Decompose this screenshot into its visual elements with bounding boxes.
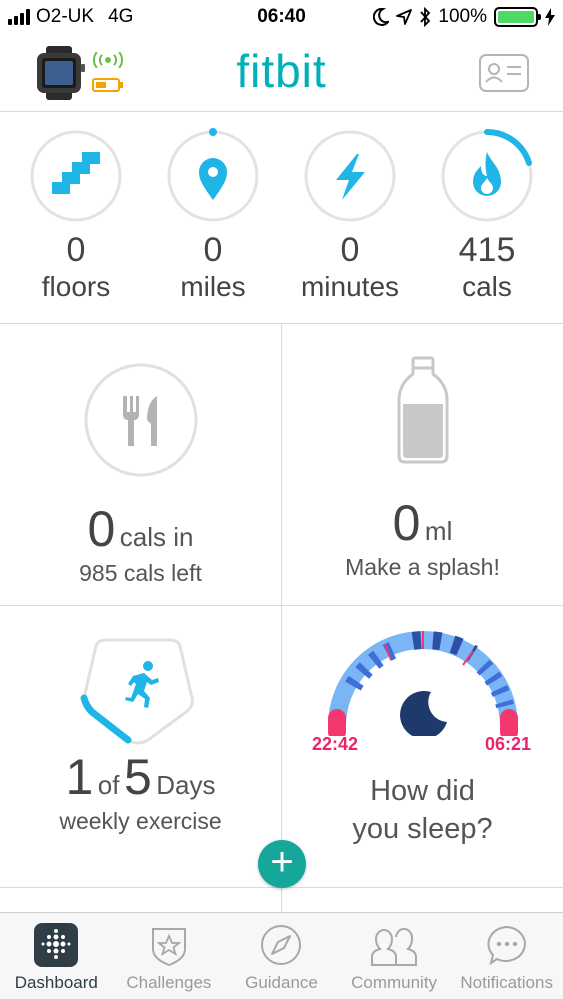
floors-unit: floors — [41, 271, 111, 302]
food-value: 0 — [87, 501, 116, 557]
tab-guidance[interactable]: Guidance — [225, 913, 338, 999]
food-sub: 985 cals left — [79, 560, 202, 586]
tab-guidance-label: Guidance — [245, 973, 318, 992]
tab-community-label: Community — [351, 973, 438, 992]
location-pin-icon — [199, 158, 227, 200]
sleep-stages-arc — [327, 631, 518, 736]
minutes-stat[interactable]: 0 minutes — [290, 128, 410, 304]
exercise-tile[interactable]: 1 of 5 Days weekly exercise — [0, 606, 282, 888]
stats-row: 0 floors 0 miles 0 minutes 415 cals — [0, 112, 563, 324]
compass-icon — [261, 925, 302, 965]
exercise-badge-icon — [80, 638, 194, 745]
sleep-end-time: 06:21 — [484, 734, 531, 754]
tab-notifications[interactable]: Notifications — [450, 913, 563, 999]
dashboard-icon — [34, 923, 79, 967]
chat-bubble-icon — [487, 925, 526, 966]
exercise-of: of — [97, 770, 120, 800]
minutes-unit: minutes — [300, 271, 400, 302]
bluetooth-icon — [420, 7, 431, 27]
water-bottle-icon — [397, 356, 448, 464]
sleep-question-line2: you sleep? — [352, 813, 493, 845]
app-header: fitbit — [0, 36, 563, 112]
water-value: 0 — [392, 495, 421, 551]
status-right: 100% — [373, 6, 555, 28]
miles-ring — [167, 128, 259, 222]
minutes-value: 0 — [340, 231, 360, 269]
challenges-star-icon — [151, 928, 186, 967]
cals-ring — [441, 129, 533, 222]
water-tile[interactable]: 0 ml Make a splash! — [282, 324, 563, 606]
charging-bolt-icon — [545, 8, 555, 26]
food-tile[interactable]: 0 cals in 985 cals left — [0, 324, 282, 606]
water-unit: ml — [424, 516, 453, 546]
miles-stat[interactable]: 0 miles — [153, 128, 273, 304]
add-button[interactable]: + — [258, 840, 306, 888]
minutes-ring — [304, 130, 396, 222]
tab-challenges[interactable]: Challenges — [113, 913, 226, 999]
tab-notifications-label: Notifications — [460, 973, 553, 992]
do-not-disturb-moon-icon — [373, 8, 390, 26]
exercise-sub: weekly exercise — [59, 808, 222, 834]
location-arrow-icon — [396, 9, 413, 25]
moon-icon — [399, 690, 447, 736]
battery-percent: 100% — [438, 6, 487, 27]
floors-ring — [30, 130, 122, 222]
cals-unit: cals — [462, 271, 512, 302]
status-bar: O2-UK 4G 06:40 100% — [0, 0, 563, 36]
id-card-icon — [485, 63, 521, 83]
sleep-tile[interactable]: 22:42 06:21 How did you sleep? — [282, 606, 563, 888]
exercise-unit: Days — [156, 770, 216, 800]
food-unit: cals in — [119, 522, 194, 552]
tab-dashboard-label: Dashboard — [14, 973, 98, 992]
profile-card-button[interactable] — [479, 54, 529, 92]
cals-stat[interactable]: 415 cals — [427, 128, 547, 304]
miles-progress-dot — [209, 128, 217, 136]
exercise-target: 5 — [123, 749, 152, 805]
community-people-icon — [371, 928, 418, 966]
sleep-start-time: 22:42 — [312, 734, 359, 754]
miles-value: 0 — [203, 231, 223, 269]
floors-value: 0 — [66, 231, 86, 269]
tab-dashboard[interactable]: Dashboard — [0, 913, 113, 999]
cals-progress-arc — [484, 129, 532, 166]
exercise-value: 1 — [65, 749, 94, 805]
battery-fill — [498, 11, 534, 23]
fork-knife-icon — [84, 363, 197, 477]
tab-challenges-label: Challenges — [126, 973, 212, 992]
lightning-icon — [336, 154, 365, 200]
flame-icon — [473, 152, 501, 196]
tab-bar: Dashboard Challenges Guidance Community — [0, 912, 563, 999]
miles-unit: miles — [180, 271, 246, 302]
sleep-question-line1: How did — [370, 775, 475, 807]
cals-value: 415 — [458, 231, 516, 269]
running-person-icon — [125, 661, 159, 708]
water-sub: Make a splash! — [345, 554, 500, 580]
tab-community[interactable]: Community — [338, 913, 451, 999]
stairs-icon — [52, 152, 100, 194]
battery-icon — [494, 7, 541, 27]
floors-stat[interactable]: 0 floors — [16, 128, 136, 304]
